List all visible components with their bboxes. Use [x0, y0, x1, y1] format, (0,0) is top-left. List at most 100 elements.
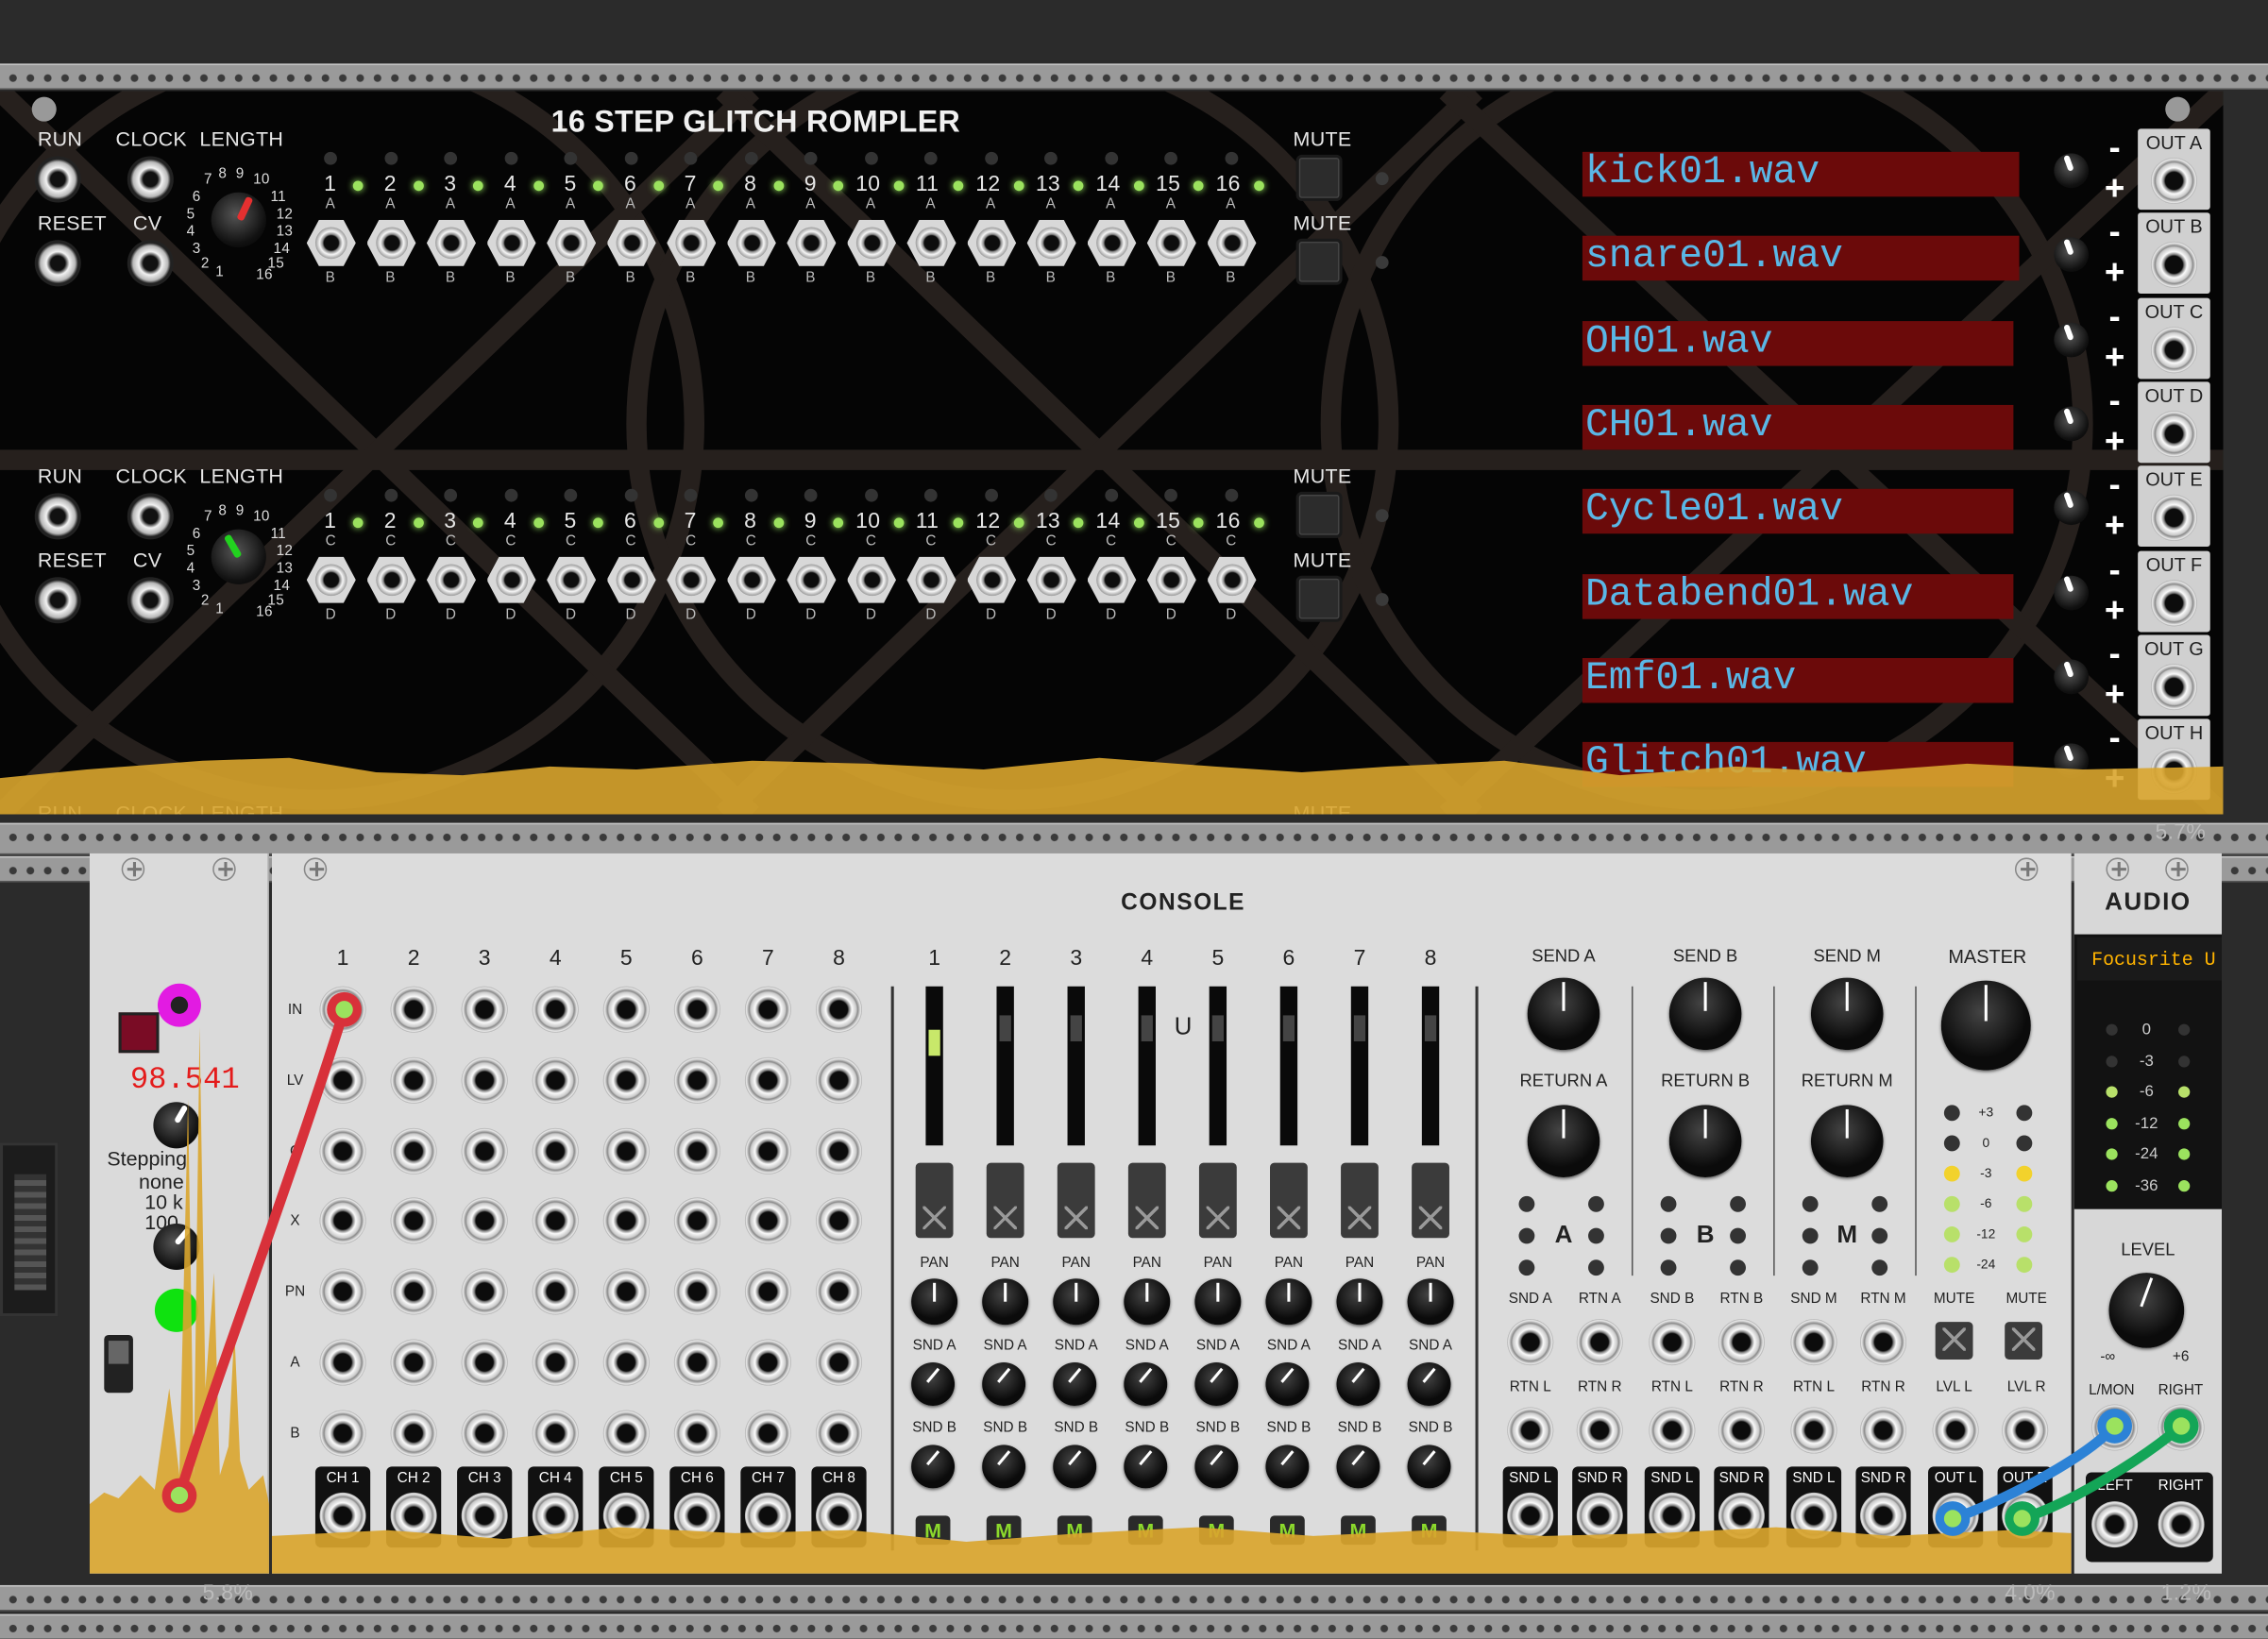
channel-input-jack[interactable]	[744, 1127, 791, 1174]
channel-input-jack[interactable]	[319, 1198, 366, 1245]
reset-jack[interactable]	[34, 240, 81, 287]
sample-display[interactable]: Databend01.wav	[1582, 573, 2014, 618]
sample-display[interactable]: Emf01.wav	[1582, 657, 2014, 703]
channel-fader[interactable]	[1067, 986, 1085, 1146]
solo-mute-buttons[interactable]	[1127, 1162, 1166, 1239]
channel-fader[interactable]	[1209, 986, 1227, 1146]
channel-input-jack[interactable]	[673, 1198, 720, 1245]
channel-input-jack[interactable]	[532, 1127, 579, 1174]
mute-button[interactable]	[1295, 575, 1343, 622]
send-a-knob[interactable]	[1053, 1362, 1097, 1407]
channel-fader[interactable]	[996, 986, 1014, 1146]
pan-knob[interactable]	[1336, 1278, 1383, 1326]
channel-input-jack[interactable]	[815, 986, 863, 1033]
return-jack[interactable]	[1718, 1319, 1765, 1366]
channel-input-jack[interactable]	[602, 1339, 650, 1386]
channel-input-jack[interactable]	[390, 1410, 437, 1457]
send-jack[interactable]	[1790, 1319, 1837, 1366]
mute-button[interactable]	[1295, 154, 1343, 201]
pan-knob[interactable]	[1407, 1278, 1454, 1326]
sample-select-knob[interactable]	[2054, 574, 2090, 610]
input-right-jack[interactable]	[2158, 1404, 2205, 1451]
minus-button[interactable]: -	[2100, 468, 2129, 504]
channel-input-jack[interactable]	[744, 1056, 791, 1104]
channel-input-jack[interactable]	[319, 1056, 366, 1104]
solo-mute-buttons[interactable]	[1412, 1162, 1449, 1239]
channel-input-jack[interactable]	[461, 1410, 508, 1457]
channel-input-jack[interactable]	[461, 1339, 508, 1386]
send-a-knob[interactable]	[1194, 1362, 1239, 1407]
output-jack[interactable]	[2150, 663, 2197, 710]
return-level-knob[interactable]	[1527, 1105, 1600, 1177]
send-b-knob[interactable]	[1053, 1445, 1097, 1489]
output-jack[interactable]	[2150, 579, 2197, 626]
return-left-jack[interactable]	[1790, 1407, 1837, 1454]
return-right-jack[interactable]	[1718, 1407, 1765, 1454]
channel-input-jack[interactable]	[461, 986, 508, 1033]
sample-display[interactable]: OH01.wav	[1582, 320, 2014, 365]
solo-mute-buttons[interactable]	[1198, 1162, 1237, 1239]
channel-input-jack[interactable]	[673, 1127, 720, 1174]
pan-knob[interactable]	[911, 1278, 958, 1326]
solo-mute-buttons[interactable]	[1270, 1162, 1308, 1239]
send-level-knob[interactable]	[1810, 977, 1884, 1051]
minus-button[interactable]: -	[2100, 215, 2129, 251]
send-b-knob[interactable]	[1194, 1445, 1239, 1489]
minus-button[interactable]: -	[2100, 131, 2129, 166]
minus-button[interactable]: -	[2100, 299, 2129, 335]
channel-input-jack[interactable]	[744, 1339, 791, 1386]
channel-input-jack[interactable]	[602, 1198, 650, 1245]
master-mute-right-button[interactable]	[2005, 1322, 2043, 1360]
output-right-jack[interactable]	[2158, 1501, 2205, 1548]
return-right-jack[interactable]	[1576, 1407, 1623, 1454]
output-jack[interactable]	[2150, 410, 2197, 457]
channel-input-jack[interactable]	[815, 1410, 863, 1457]
send-b-knob[interactable]	[1336, 1445, 1380, 1489]
send-jack[interactable]	[1507, 1319, 1554, 1366]
output-jack[interactable]	[2150, 157, 2197, 204]
sample-select-knob[interactable]	[2054, 659, 2090, 695]
master-mute-left-button[interactable]	[1935, 1322, 1973, 1360]
clock-jack[interactable]	[127, 156, 174, 203]
plus-button[interactable]: +	[2100, 593, 2129, 629]
channel-input-jack[interactable]	[390, 1339, 437, 1386]
channel-input-jack[interactable]	[390, 1198, 437, 1245]
channel-input-jack[interactable]	[744, 1410, 791, 1457]
sample-select-knob[interactable]	[2054, 321, 2090, 357]
return-level-knob[interactable]	[1810, 1105, 1884, 1177]
sample-select-knob[interactable]	[2054, 406, 2090, 442]
level-left-jack[interactable]	[1932, 1407, 1979, 1454]
return-jack[interactable]	[1860, 1319, 1907, 1366]
send-level-knob[interactable]	[1668, 977, 1742, 1051]
pan-knob[interactable]	[1124, 1278, 1171, 1326]
channel-input-jack[interactable]	[673, 1410, 720, 1457]
channel-input-jack[interactable]	[461, 1056, 508, 1104]
minus-button[interactable]: -	[2100, 636, 2129, 672]
channel-input-jack[interactable]	[390, 1056, 437, 1104]
channel-input-jack[interactable]	[673, 1056, 720, 1104]
minus-button[interactable]: -	[2100, 552, 2129, 588]
channel-input-jack[interactable]	[532, 1056, 579, 1104]
channel-input-jack[interactable]	[319, 986, 366, 1033]
output-jack[interactable]	[2150, 495, 2197, 542]
channel-input-jack[interactable]	[532, 1198, 579, 1245]
channel-input-jack[interactable]	[390, 1127, 437, 1174]
sample-display[interactable]: Cycle01.wav	[1582, 489, 2014, 534]
solo-mute-buttons[interactable]	[915, 1162, 954, 1239]
channel-input-jack[interactable]	[602, 986, 650, 1033]
solo-mute-buttons[interactable]	[1341, 1162, 1379, 1239]
channel-input-jack[interactable]	[461, 1268, 508, 1315]
channel-input-jack[interactable]	[602, 1056, 650, 1104]
sample-select-knob[interactable]	[2054, 490, 2090, 526]
run-jack[interactable]	[34, 156, 81, 203]
channel-input-jack[interactable]	[602, 1127, 650, 1174]
channel-input-jack[interactable]	[390, 986, 437, 1033]
channel-fader[interactable]	[925, 986, 943, 1146]
channel-input-jack[interactable]	[673, 1339, 720, 1386]
mute-button[interactable]	[1295, 491, 1343, 538]
send-b-knob[interactable]	[1265, 1445, 1310, 1489]
channel-input-jack[interactable]	[319, 1339, 366, 1386]
length-knob[interactable]	[211, 529, 266, 584]
send-a-knob[interactable]	[1336, 1362, 1380, 1407]
send-jack[interactable]	[1649, 1319, 1696, 1366]
